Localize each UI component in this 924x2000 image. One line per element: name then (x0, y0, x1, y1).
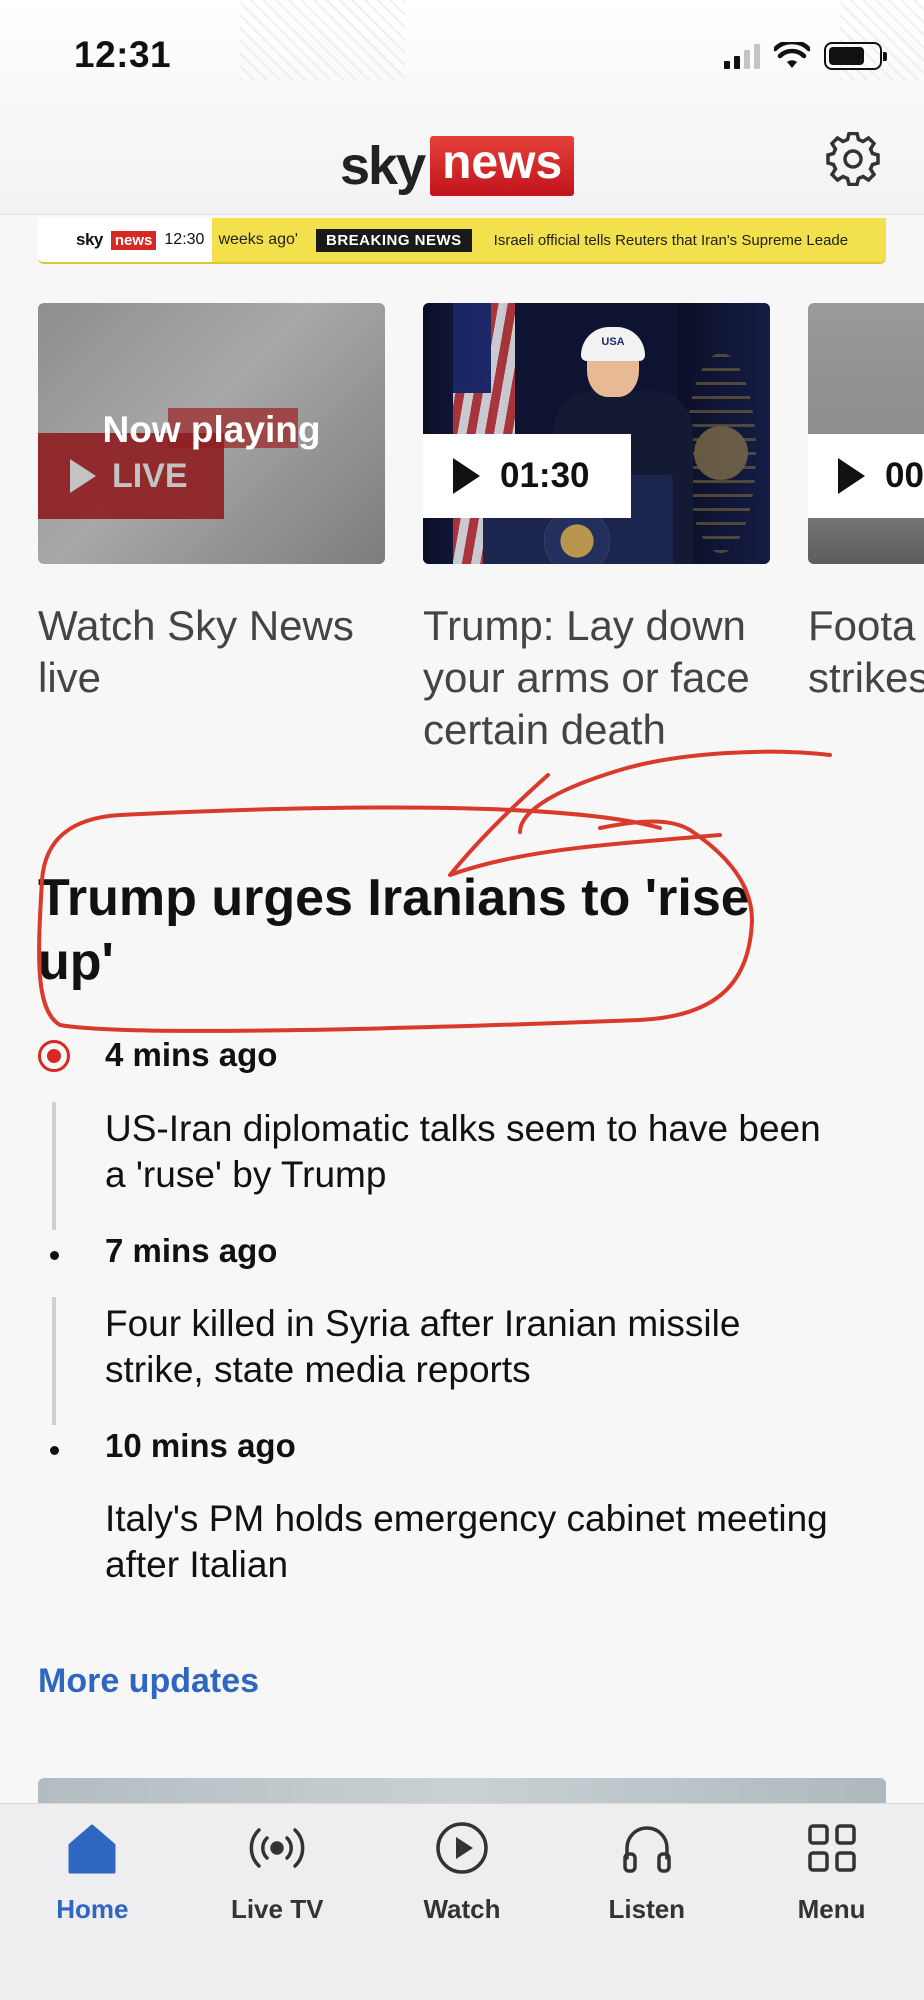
breaking-news-label: BREAKING NEWS (315, 228, 472, 252)
bullet-dot-icon (50, 1446, 59, 1455)
live-dot-icon (38, 1040, 70, 1072)
caption-text: Foota strikes (808, 602, 924, 701)
duration-label: 01:30 (500, 456, 590, 495)
tab-listen[interactable]: Listen (554, 1804, 739, 2000)
headphones-icon (623, 1826, 671, 1873)
tab-label: Live TV (230, 1894, 324, 1924)
video-card-trump[interactable]: USA 01:30 (423, 303, 770, 564)
tab-watch[interactable]: Watch (370, 1804, 555, 2000)
sky-news-logo[interactable]: sky news (340, 136, 575, 197)
live-label: LIVE (112, 456, 188, 495)
video-card-live[interactable]: LIVE Now playing (38, 303, 385, 564)
timeline-line (52, 1102, 56, 1230)
logo-news: news (430, 136, 575, 197)
video-caption[interactable]: Watch Sky News live (38, 600, 385, 704)
tab-label: Menu (797, 1894, 866, 1924)
header-pattern (240, 0, 405, 80)
ticker-news: news (110, 230, 157, 250)
status-time: 12:31 (74, 34, 172, 75)
video-card-footage[interactable]: 00 (808, 303, 924, 564)
ticker-time: 12:30 (164, 231, 205, 248)
wifi-icon (774, 42, 810, 68)
play-icon (70, 459, 96, 493)
tab-live-tv[interactable]: Live TV (185, 1804, 370, 2000)
timeline-text: US-Iran diplomatic talks seem to have be… (105, 1108, 821, 1195)
home-icon (68, 1824, 116, 1874)
ticker-sky: sky (76, 230, 103, 249)
story-headline[interactable]: Trump urges Iranians to 'rise up' (38, 866, 758, 994)
annotation-arrow (518, 749, 832, 834)
timeline-time: 7 mins ago (105, 1232, 278, 1269)
breaking-news-ticker[interactable]: sky news 12:30 weeks ago' BREAKING NEWS … (38, 218, 886, 264)
tab-label: Home (56, 1894, 129, 1924)
ticker-brand: sky news 12:30 (38, 218, 213, 262)
duration-label: 00 (885, 456, 924, 495)
signal-icon (724, 43, 760, 69)
video-caption[interactable]: Foota strikes (808, 600, 924, 704)
broadcast-icon (249, 1828, 305, 1868)
bottom-tab-bar: Home Live TV Watch Listen Menu (0, 1803, 924, 2000)
ticker-headline: Israeli official tells Reuters that Iran… (493, 231, 849, 249)
ticker-previous-text: weeks ago' (218, 231, 298, 248)
duration-badge: 01:30 (423, 434, 631, 518)
play-icon (453, 458, 480, 494)
timeline-text: Four killed in Syria after Iranian missi… (105, 1303, 741, 1390)
tab-menu[interactable]: Menu (739, 1804, 924, 2000)
timeline-line (52, 1297, 56, 1425)
app-header: 12:31 sky news (0, 0, 924, 215)
video-caption[interactable]: Trump: Lay down your arms or face certai… (423, 600, 770, 756)
tab-home[interactable]: Home (0, 1804, 185, 2000)
timeline-time: 4 mins ago (105, 1036, 278, 1073)
logo-sky: sky (340, 136, 426, 197)
cap-text: USA (581, 327, 645, 361)
battery-icon (824, 42, 887, 70)
duration-badge: 00 (808, 434, 924, 518)
settings-gear-icon[interactable] (826, 132, 880, 186)
tab-label: Watch (423, 1894, 501, 1924)
more-updates-link[interactable]: More updates (38, 1662, 259, 1701)
now-playing-label: Now playing (102, 409, 321, 450)
annotation-arrowhead (448, 773, 722, 877)
play-icon (838, 458, 865, 494)
timeline-time: 10 mins ago (105, 1427, 296, 1464)
grid-icon (807, 1824, 856, 1872)
status-icons (724, 42, 887, 70)
tab-label: Listen (608, 1894, 686, 1924)
play-circle-icon (436, 1822, 488, 1874)
bullet-dot-icon (50, 1251, 59, 1260)
timeline-text: Italy's PM holds emergency cabinet meeti… (105, 1498, 828, 1585)
